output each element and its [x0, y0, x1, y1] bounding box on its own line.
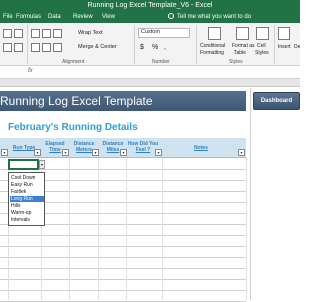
dashboard-button[interactable]: Dashboard [253, 92, 300, 110]
align-center-button[interactable] [42, 43, 51, 52]
dropdown-option-long-run[interactable]: Long Run [10, 196, 44, 202]
filter-button[interactable]: ▾ [155, 149, 162, 156]
header-notes: Notes [194, 145, 208, 151]
tab-review[interactable]: Review [73, 13, 93, 21]
filter-button[interactable]: ▾ [238, 149, 245, 156]
column-gridline [126, 158, 127, 300]
conditional-formatting-label-2: Formatting [200, 50, 224, 56]
ribbon-tabs: File Formulas Data Review View Tell me w… [0, 11, 300, 23]
conditional-formatting-icon [208, 27, 221, 40]
insert-button[interactable]: Insert [278, 44, 291, 51]
merge-center-button[interactable]: Merge & Center [78, 44, 117, 51]
banner-title: Running Log Excel Template [0, 94, 153, 108]
tab-view[interactable]: View [102, 13, 115, 21]
column-gridline [246, 158, 247, 300]
format-as-table-icon [236, 27, 249, 40]
template-banner: Running Log Excel Template [0, 91, 246, 111]
align-top-button[interactable] [31, 29, 40, 38]
tab-file[interactable]: File [3, 13, 13, 21]
column-gridline [98, 158, 99, 300]
fx-icon: fx [28, 68, 33, 74]
table-row[interactable] [0, 247, 246, 258]
format-as-table-button[interactable]: Format as [232, 43, 255, 50]
ribbon: Wrap Text Merge & Center Alignment Custo… [0, 23, 300, 66]
table-row[interactable] [0, 258, 246, 269]
cell-styles-button[interactable]: Cell [257, 43, 266, 50]
group-separator [134, 25, 135, 64]
fill-color-button[interactable] [14, 43, 23, 52]
format-as-table-label-2: Table [234, 50, 246, 56]
dropdown-option-fartlek[interactable]: Fartlek [10, 189, 44, 195]
group-label-alignment: Alignment [62, 59, 85, 65]
group-label-styles: Styles [229, 59, 243, 65]
formula-bar[interactable]: fx [0, 66, 300, 79]
align-right-button[interactable] [53, 43, 62, 52]
table-row[interactable] [0, 291, 246, 302]
group-separator [274, 25, 275, 64]
validation-dropdown-arrow[interactable]: ▾ [39, 160, 45, 169]
group-label-number: Number [152, 59, 170, 65]
tell-me-text: Tell me what you want to do [177, 14, 252, 20]
align-middle-button[interactable] [42, 29, 51, 38]
conditional-formatting-button[interactable]: Conditional [200, 43, 225, 50]
currency-button[interactable]: $ [140, 44, 144, 51]
dropdown-option-intervals[interactable]: Intervals [10, 217, 44, 223]
filter-button[interactable]: ▾ [1, 149, 8, 156]
align-left-button[interactable] [31, 43, 40, 52]
column-gridline [69, 158, 70, 300]
cell-styles-label-2: Styles [255, 50, 269, 56]
dropdown-option-hills[interactable]: Hills [10, 203, 44, 209]
table-row[interactable] [0, 236, 246, 247]
filter-button[interactable]: ▾ [62, 149, 69, 156]
tab-data[interactable]: Data [48, 13, 61, 21]
number-format-value: Custom [141, 29, 160, 35]
tell-me-box[interactable]: Tell me what you want to do [168, 13, 251, 21]
lightbulb-icon [168, 13, 174, 19]
group-separator [196, 25, 197, 64]
number-format-dropdown[interactable]: Custom [138, 28, 190, 38]
dropdown-option-cool-down[interactable]: Cool Down [10, 175, 44, 181]
cell-styles-icon [256, 27, 269, 40]
filter-button[interactable]: ▾ [34, 149, 41, 156]
dropdown-option-easy-run[interactable]: Easy Run [10, 182, 44, 188]
dropdown-option-warm-up[interactable]: Warm-up [10, 210, 44, 216]
comma-button[interactable]: , [164, 44, 166, 51]
title-bar: Running Log Excel Template_V6 - Excel [0, 0, 300, 11]
bold-button[interactable] [3, 29, 12, 38]
window-title: Running Log Excel Template_V6 - Excel [87, 2, 213, 9]
filter-button[interactable]: ▾ [120, 149, 127, 156]
active-cell-run-type[interactable] [8, 159, 39, 170]
column-headers [0, 79, 300, 87]
group-separator [27, 25, 28, 64]
borders-button[interactable] [3, 43, 12, 52]
insert-icon [278, 27, 290, 40]
delete-button[interactable]: De [294, 44, 300, 51]
filter-button[interactable]: ▾ [92, 149, 99, 156]
sheet-divider [250, 88, 251, 300]
percent-button[interactable]: % [152, 44, 158, 51]
run-type-dropdown-list: Cool Down Easy Run Fartlek Long Run Hill… [8, 172, 45, 226]
table-row[interactable] [0, 269, 246, 280]
tab-formulas[interactable]: Formulas [16, 13, 41, 21]
table-row[interactable] [0, 225, 246, 236]
table-row[interactable] [0, 280, 246, 291]
wrap-text-button[interactable]: Wrap Text [78, 30, 103, 37]
sheet-title: February's Running Details [8, 122, 138, 133]
italic-button[interactable] [14, 29, 23, 38]
align-bottom-button[interactable] [53, 29, 62, 38]
column-gridline [162, 158, 163, 300]
